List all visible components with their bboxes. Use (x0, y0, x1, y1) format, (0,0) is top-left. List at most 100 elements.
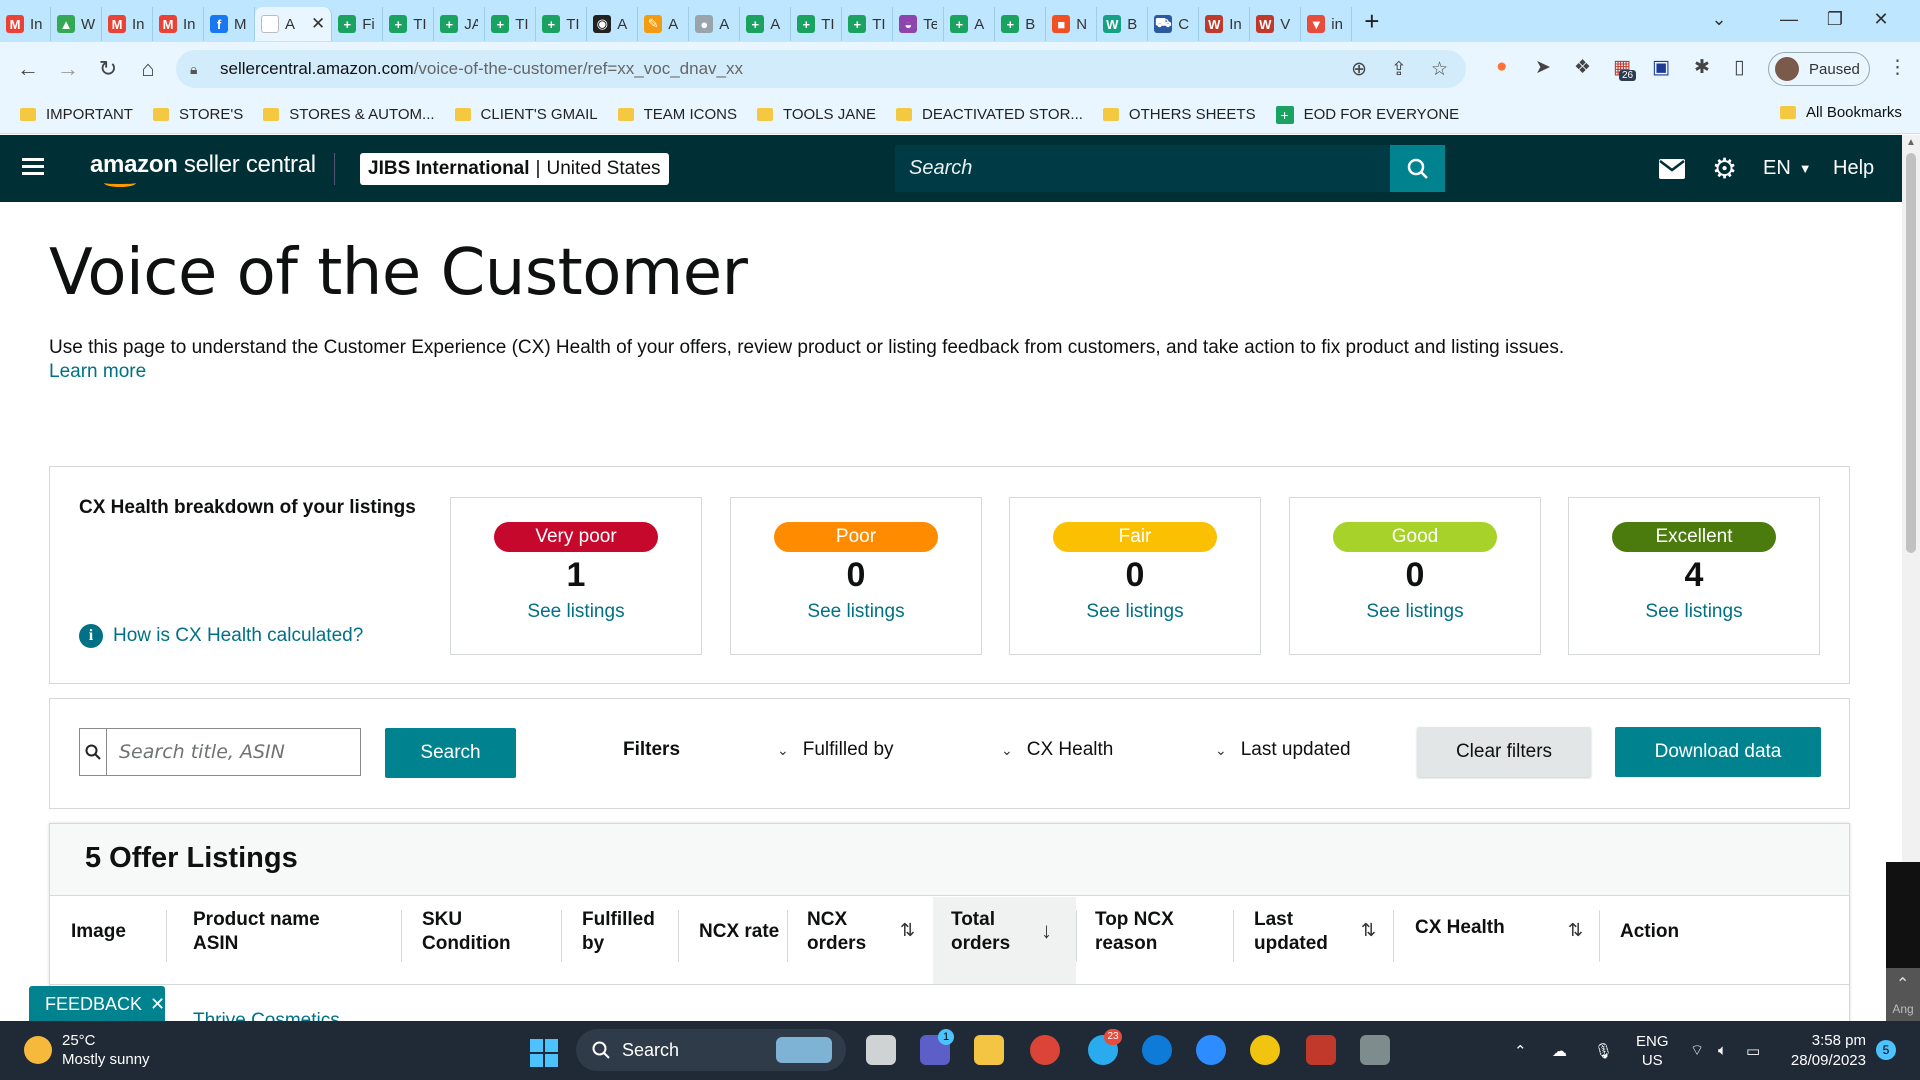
battery-icon[interactable]: ▭ (1746, 1021, 1760, 1080)
settings-gear-icon[interactable]: ⚙ (1712, 135, 1737, 202)
hamburger-menu-icon[interactable] (22, 158, 44, 176)
sort-descending-icon[interactable]: ↓ (1041, 918, 1052, 944)
browser-tab[interactable]: ■ N (1046, 7, 1098, 41)
browser-tab[interactable]: W In (1199, 7, 1251, 41)
browser-tab[interactable]: WB (1097, 7, 1149, 41)
bookmark-item[interactable]: DEACTIVATED STOR... (896, 106, 1083, 123)
see-listings-link[interactable]: See listings (731, 601, 981, 623)
browser-tab[interactable]: + TI (485, 7, 537, 41)
side-panel-icon[interactable]: ▯ (1734, 56, 1744, 79)
column-last-updated[interactable]: Last updated (1254, 908, 1328, 956)
listing-search-input[interactable] (107, 729, 360, 775)
home-icon[interactable]: ⌂ (128, 56, 168, 82)
browser-tab[interactable]: + TI (842, 7, 894, 41)
back-arrow-icon[interactable]: ← (8, 56, 48, 82)
browser-tab[interactable]: + TI (383, 7, 435, 41)
speaker-muted-icon[interactable]: 🔈︎ (1718, 1021, 1727, 1080)
cursor-extension-icon[interactable]: ➤ (1535, 56, 1551, 79)
scroll-up-icon[interactable]: ▲ (1906, 137, 1916, 148)
tab-search-chevron-icon[interactable]: ⌄ (1696, 0, 1742, 38)
column-ncx-orders[interactable]: NCX orders (807, 908, 866, 956)
see-listings-link[interactable]: See listings (1010, 601, 1260, 623)
onedrive-cloud-icon[interactable]: ☁ (1552, 1021, 1567, 1080)
close-window-button[interactable]: ✕ (1858, 0, 1904, 38)
column-cx-health[interactable]: CX Health (1415, 916, 1505, 940)
address-bar[interactable]: 🔒︎ sellercentral.amazon.com/voice-of-the… (176, 50, 1466, 88)
messages-icon[interactable] (1659, 135, 1685, 202)
new-tab-icon[interactable]: + (1364, 6, 1379, 37)
wps-office-icon[interactable] (1306, 1035, 1336, 1065)
see-listings-link[interactable]: See listings (1290, 601, 1540, 623)
bookmark-item[interactable]: STORE'S (152, 106, 243, 123)
download-data-button[interactable]: Download data (1615, 727, 1821, 777)
microphone-icon[interactable]: 🎙︎ (1594, 1021, 1613, 1080)
browser-tab[interactable]: ▼ in (1301, 7, 1353, 41)
reload-icon[interactable]: ↻ (88, 56, 128, 82)
weather-widget[interactable]: 25°C Mostly sunny (24, 1031, 150, 1069)
close-tab-icon[interactable]: ✕ (311, 14, 325, 34)
edge-icon[interactable] (1142, 1035, 1172, 1065)
search-button[interactable]: Search (385, 728, 516, 778)
restore-button[interactable]: ❐ (1812, 0, 1858, 38)
browser-tab[interactable]: ✎ A (638, 7, 690, 41)
browser-tab[interactable]: ◉ A (587, 7, 639, 41)
teams-icon[interactable]: 1 (920, 1029, 954, 1065)
browser-tab[interactable]: M In (0, 7, 51, 41)
browser-tab[interactable]: ● A (689, 7, 741, 41)
share-icon[interactable]: ⇪ (1391, 58, 1407, 81)
browser-tab[interactable]: + Fi (332, 7, 384, 41)
chrome-icon[interactable] (1030, 1035, 1060, 1065)
help-link[interactable]: Help (1833, 135, 1874, 202)
bookmark-item[interactable]: IMPORTANT (20, 106, 133, 123)
sort-toggle-icon[interactable]: ⇅ (1568, 920, 1583, 941)
telegram-icon[interactable]: 23 (1088, 1029, 1122, 1065)
clear-filters-button[interactable]: Clear filters (1417, 727, 1591, 777)
fulfilled-by-dropdown[interactable]: ⌄ Fulfilled by (777, 739, 894, 761)
all-bookmarks[interactable]: All Bookmarks (1780, 104, 1902, 121)
firefox-extension-icon[interactable]: ● (1496, 56, 1507, 78)
clock[interactable]: 3:58 pm 28/09/2023 (1786, 1031, 1866, 1071)
puzzle-extensions-icon[interactable]: ✱ (1694, 56, 1710, 79)
browser-tab[interactable]: ⛟ C (1148, 7, 1200, 41)
column-ncx-rate[interactable]: NCX rate (699, 920, 779, 944)
tray-chevron-up-icon[interactable]: ⌃ (1514, 1021, 1527, 1080)
browser-tab[interactable]: + JA (434, 7, 486, 41)
column-total-orders[interactable]: Total orders (951, 908, 1010, 956)
browser-tab[interactable]: M In (102, 7, 153, 41)
file-explorer-icon[interactable] (974, 1035, 1004, 1065)
kebab-menu-icon[interactable]: ⋮ (1888, 56, 1907, 79)
calculator-icon[interactable] (1360, 1035, 1390, 1065)
language-indicator[interactable]: ENG US (1636, 1021, 1669, 1080)
bookmark-item[interactable]: TOOLS JANE (756, 106, 876, 123)
column-sku[interactable]: SKU Condition (422, 908, 511, 956)
scrollbar-thumb[interactable] (1906, 153, 1916, 553)
profile-button[interactable]: Paused (1768, 52, 1870, 86)
browser-tab[interactable]: + TI (536, 7, 588, 41)
language-selector[interactable]: EN ▼ (1763, 135, 1812, 202)
maps-icon[interactable] (1250, 1035, 1280, 1065)
cx-health-dropdown[interactable]: ⌄ CX Health (1001, 739, 1113, 761)
windows-start-icon[interactable] (530, 1039, 558, 1067)
header-search-input[interactable] (895, 145, 1390, 192)
column-fulfilled-by[interactable]: Fulfilled by (582, 908, 655, 956)
sort-toggle-icon[interactable]: ⇅ (900, 920, 915, 941)
seller-central-logo[interactable]: amazon seller central (90, 151, 316, 187)
bookmark-item[interactable]: CLIENT'S GMAIL (454, 106, 598, 123)
notification-badge[interactable]: 5 (1876, 1040, 1896, 1060)
browser-tab[interactable]: A ✕ (255, 7, 333, 41)
zoom-icon[interactable]: ⊕ (1351, 58, 1367, 81)
browser-tab[interactable]: ▲ W (51, 7, 102, 41)
lock-icon[interactable]: 🔒︎ (190, 61, 206, 78)
task-view-icon[interactable] (866, 1035, 896, 1065)
last-updated-dropdown[interactable]: ⌄ Last updated (1215, 739, 1351, 761)
see-listings-link[interactable]: See listings (451, 601, 701, 623)
store-switcher[interactable]: JIBS International | United States (360, 153, 669, 185)
browser-tab[interactable]: + B (995, 7, 1047, 41)
sort-toggle-icon[interactable]: ⇅ (1361, 920, 1376, 941)
browser-tab[interactable]: + TI (791, 7, 843, 41)
calendar-extension-icon[interactable]: ▦ 26 (1613, 56, 1637, 81)
column-top-ncx-reason[interactable]: Top NCX reason (1095, 908, 1174, 956)
cx-health-how-link[interactable]: i How is CX Health calculated? (79, 624, 363, 648)
column-product-name[interactable]: Product name ASIN (193, 908, 320, 956)
wifi-icon[interactable]: ⌔ (1690, 1021, 1704, 1080)
